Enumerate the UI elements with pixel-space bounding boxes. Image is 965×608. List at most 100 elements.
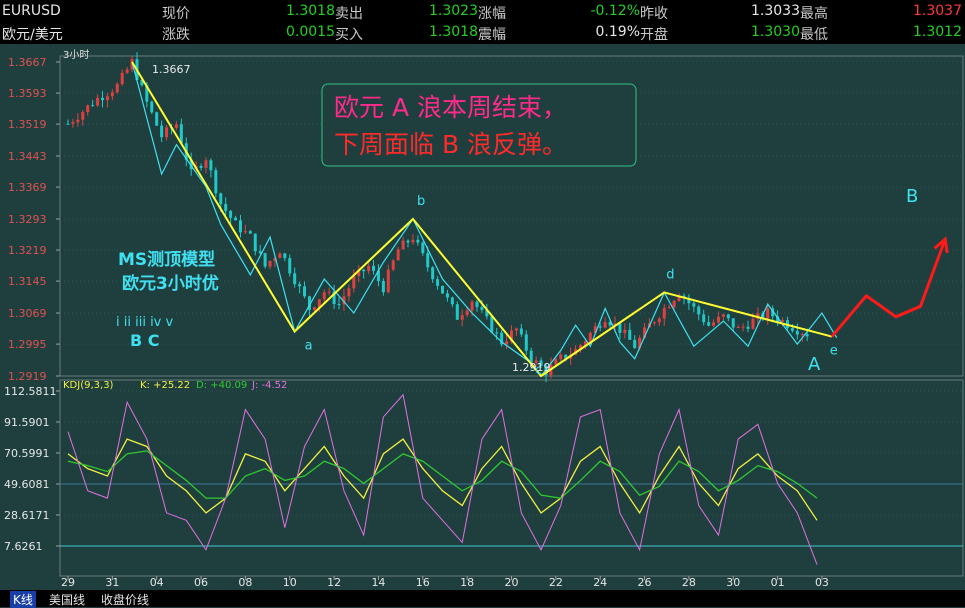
candle-body xyxy=(490,316,494,333)
candle-body xyxy=(165,127,169,138)
date-tick-label: 26 xyxy=(638,576,652,589)
candle-body xyxy=(702,314,706,323)
kdj-tick-label: 7.6261 xyxy=(4,540,43,553)
kdj-tick-label: 28.6171 xyxy=(4,509,50,522)
candle-body xyxy=(731,318,735,328)
candle-body xyxy=(692,303,696,307)
candle-body xyxy=(716,316,720,323)
wave-point-label: e xyxy=(830,344,838,359)
high-value: 1.3037 xyxy=(913,3,962,19)
candle-body xyxy=(426,253,430,268)
candle-body xyxy=(411,239,415,243)
candle-body xyxy=(110,92,114,97)
bottom-tabs: K线 美国线 收盘价线 xyxy=(0,590,965,608)
chart-area[interactable]: 1.3667 1.3593 1.3519 1.3443 1.3369 1.3293 1.32… xyxy=(0,44,965,590)
candle-body xyxy=(623,329,627,333)
tab-close-line[interactable]: 收盘价线 xyxy=(98,591,152,608)
candle-body xyxy=(436,279,440,286)
candle-body xyxy=(460,315,464,320)
date-tick-label: 20 xyxy=(505,576,519,589)
sell-label: 卖出 xyxy=(335,6,363,22)
change-label: 涨跌 xyxy=(162,27,190,43)
date-axis: 29 31 04 06 08 10 12 14 16 18 20 22 24 26 28 30 01 03 xyxy=(61,576,829,589)
candle-body xyxy=(707,322,711,326)
candle-body xyxy=(475,301,479,308)
price-tick-label: 1.3293 xyxy=(8,213,47,226)
candle-body xyxy=(441,285,445,294)
candle-body xyxy=(312,307,316,310)
candle-body xyxy=(401,240,405,250)
date-tick-label: 08 xyxy=(238,576,252,589)
candle-body xyxy=(790,328,794,331)
candle-body xyxy=(751,318,755,329)
candle-body xyxy=(204,160,208,168)
candle-body xyxy=(697,306,701,315)
kdj-title: KDJ(9,3,3) xyxy=(63,380,114,391)
ms-label-line1: MS测顶模型 xyxy=(118,249,215,270)
date-tick-label: 22 xyxy=(549,576,563,589)
candle-body xyxy=(505,341,509,345)
candle-body xyxy=(214,170,218,194)
price-tick-label: 1.3069 xyxy=(8,307,47,320)
date-tick-label: 24 xyxy=(593,576,607,589)
candle-body xyxy=(100,97,104,101)
price-tick-label: 1.2995 xyxy=(8,338,47,351)
projection-line xyxy=(830,238,947,338)
candle-body xyxy=(514,328,518,331)
candle-body xyxy=(115,84,119,93)
candle-body xyxy=(726,314,730,319)
ms-label-line2: 欧元3小时优 xyxy=(122,273,219,294)
candle-body xyxy=(81,112,85,120)
candle-body xyxy=(766,308,770,319)
price-tick-label: 1.3219 xyxy=(8,244,47,257)
candle-body xyxy=(746,326,750,329)
price-tick-label: 1.2919 xyxy=(8,370,47,383)
kdj-d-value: D: +40.09 xyxy=(196,380,247,391)
buy-label: 买入 xyxy=(335,27,363,43)
candle-body xyxy=(741,326,745,328)
annotation-line1: 欧元 A 浪本周结束， xyxy=(334,93,567,122)
candle-body xyxy=(633,339,637,349)
candle-body xyxy=(263,253,267,267)
candle-body xyxy=(455,304,459,320)
candle-body xyxy=(652,322,656,324)
candle-body xyxy=(243,231,247,233)
date-tick-label: 06 xyxy=(194,576,208,589)
candle-body xyxy=(495,332,499,334)
candle-body xyxy=(76,119,80,123)
candle-body xyxy=(352,276,356,289)
candle-body xyxy=(372,265,376,271)
candle-body xyxy=(303,286,307,297)
candle-body xyxy=(91,105,95,107)
candle-body xyxy=(667,307,671,309)
candle-body xyxy=(298,284,302,287)
candle-body xyxy=(618,323,622,333)
candle-body xyxy=(781,320,785,322)
candle-body xyxy=(519,328,523,335)
kdj-lines xyxy=(67,393,818,565)
candle-body xyxy=(337,304,341,306)
price-tick-label: 1.3443 xyxy=(8,150,47,163)
price-axis: 1.3667 1.3593 1.3519 1.3443 1.3369 1.3293 1.32… xyxy=(8,56,60,383)
candle-body xyxy=(224,204,228,211)
candle-body xyxy=(347,288,351,297)
bc-wave-labels: B C xyxy=(130,331,160,350)
candle-body xyxy=(150,101,154,113)
kdj-tick-label: 70.5991 xyxy=(4,447,50,460)
candle-body xyxy=(795,330,799,335)
tab-us-line[interactable]: 美国线 xyxy=(46,591,88,608)
price-tick-label: 1.3519 xyxy=(8,118,47,131)
candle-body xyxy=(588,332,592,342)
candle-body xyxy=(406,240,410,243)
candle-body xyxy=(421,242,425,254)
tab-kline[interactable]: K线 xyxy=(10,591,36,608)
prev-close-label: 昨收 xyxy=(640,6,668,22)
wave-point-label: d xyxy=(666,267,674,282)
candle-body xyxy=(800,334,804,336)
roman-wave-labels: i ii iii iv v xyxy=(116,315,174,330)
candle-body xyxy=(598,326,602,328)
candle-body xyxy=(155,112,159,126)
date-tick-label: 03 xyxy=(815,576,829,589)
candle-body xyxy=(219,193,223,205)
candle-body xyxy=(391,260,395,270)
